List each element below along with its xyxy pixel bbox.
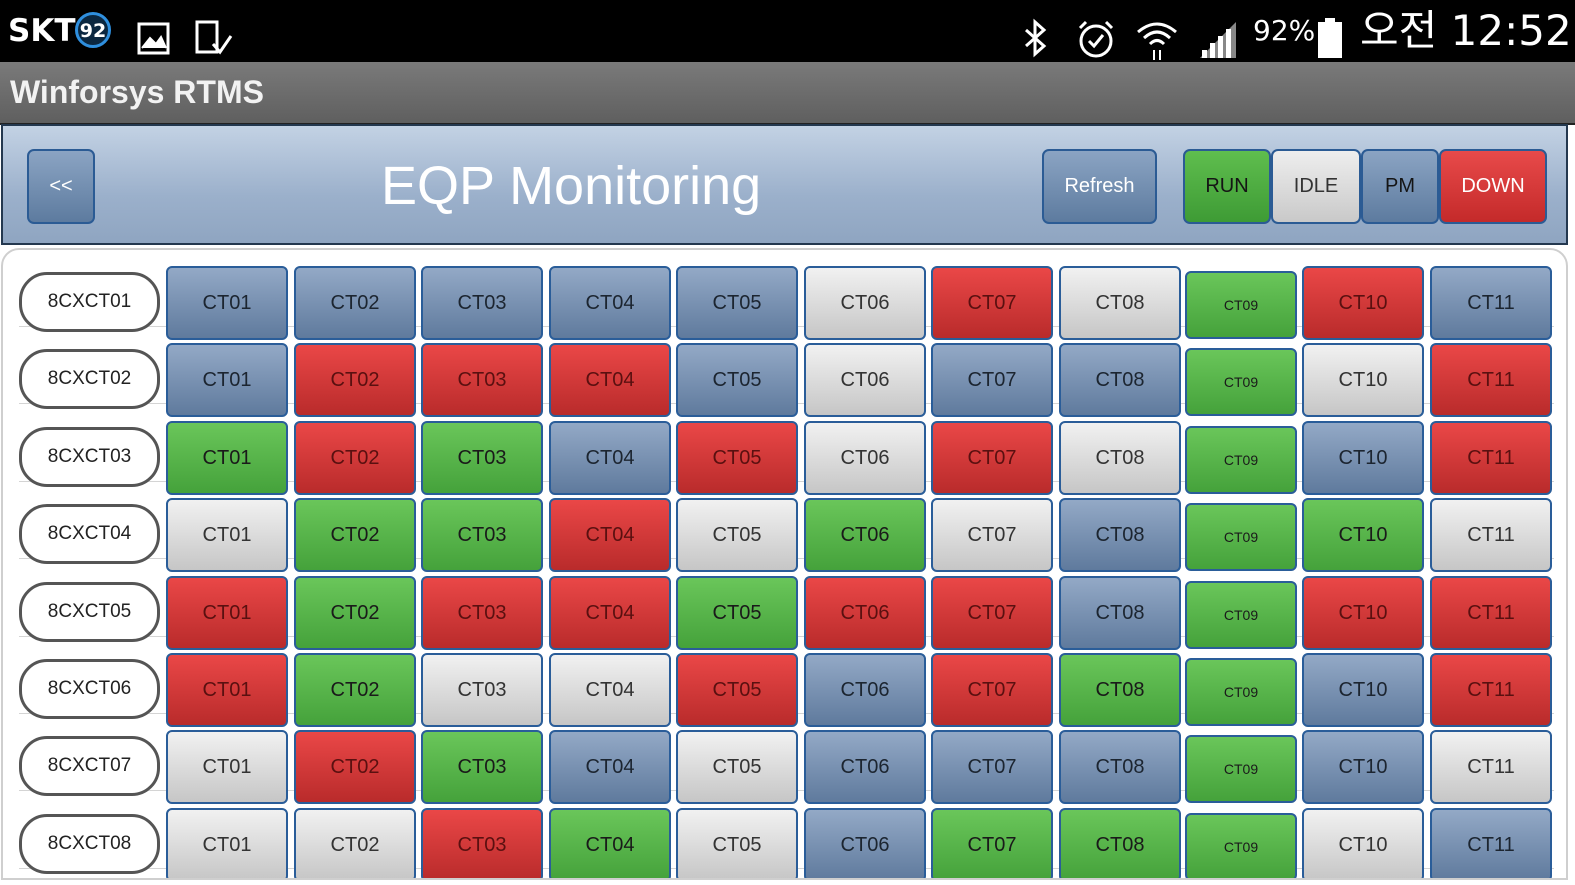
table-row: 8CXCT02 CT01 CT02 CT03 CT04 CT05 CT06 CT07 CT08 C… xyxy=(3,327,1566,418)
back-button[interactable]: << xyxy=(27,149,95,224)
notification-badge: 92 xyxy=(75,12,111,48)
equipment-grid: 8CXCT01 CT01 CT02 CT03 CT04 CT05 CT06 CT07 CT08 C… xyxy=(1,248,1568,880)
battery-icon xyxy=(1318,18,1342,58)
legend-down-button[interactable]: DOWN xyxy=(1439,149,1547,224)
wifi-icon xyxy=(1137,22,1177,60)
download-icon xyxy=(195,20,233,55)
equipment-cell[interactable]: CT02 xyxy=(294,807,416,878)
alarm-icon xyxy=(1078,20,1114,58)
bluetooth-icon xyxy=(1025,18,1047,58)
eqp-group-button[interactable]: 8CXCT04 xyxy=(19,504,160,565)
table-row: 8CXCT04 CT01 CT02 CT03 CT04 CT05 CT06 CT07 CT08 C… xyxy=(3,482,1566,573)
table-row: 8CXCT07 CT01 CT02 CT03 CT04 CT05 CT06 CT07 CT08 C… xyxy=(3,714,1566,805)
status-bar: SKT 92 92% 오전 12:52 xyxy=(0,0,1575,62)
carrier-label: SKT xyxy=(8,13,76,49)
eqp-group-button[interactable]: 8CXCT08 xyxy=(19,813,160,874)
table-row: 8CXCT03 CT01 CT02 CT03 CT04 CT05 CT06 CT07 CT08 C… xyxy=(3,405,1566,495)
equipment-cell[interactable]: CT11 xyxy=(1430,807,1552,878)
header-panel: << EQP Monitoring Refresh RUN IDLE PM DO… xyxy=(1,124,1568,245)
table-row: 8CXCT08 CT01 CT02 CT03 CT04 CT05 CT06 CT07 CT08 C… xyxy=(3,792,1566,878)
app-title: Winforsys RTMS xyxy=(10,74,264,110)
signal-icon xyxy=(1200,22,1236,58)
eqp-group-button[interactable]: 8CXCT01 xyxy=(19,272,160,332)
equipment-cell[interactable]: CT03 xyxy=(421,807,543,878)
equipment-cell[interactable]: CT01 xyxy=(166,807,288,878)
app-title-bar: Winforsys RTMS xyxy=(0,62,1575,125)
gallery-icon xyxy=(137,22,170,55)
equipment-cell[interactable]: CT04 xyxy=(549,807,671,878)
eqp-group-button[interactable]: 8CXCT03 xyxy=(19,426,160,487)
eqp-group-button[interactable]: 8CXCT06 xyxy=(19,659,160,719)
table-row: 8CXCT05 CT01 CT02 CT03 CT04 CT05 CT06 CT07 CT08 C… xyxy=(3,560,1566,650)
table-row: 8CXCT06 CT01 CT02 CT03 CT04 CT05 CT06 CT07 CT08 C… xyxy=(3,637,1566,727)
equipment-cell[interactable]: CT07 xyxy=(931,807,1053,878)
battery-percent: 92% xyxy=(1253,14,1316,47)
equipment-cell[interactable]: CT09 xyxy=(1185,812,1297,878)
refresh-button[interactable]: Refresh xyxy=(1042,149,1157,224)
page-title: EQP Monitoring xyxy=(381,156,762,216)
clock: 오전 12:52 xyxy=(1360,6,1572,55)
equipment-cell[interactable]: CT08 xyxy=(1059,807,1181,878)
table-row: 8CXCT01 CT01 CT02 CT03 CT04 CT05 CT06 CT07 CT08 C… xyxy=(3,250,1566,340)
eqp-group-button[interactable]: 8CXCT05 xyxy=(19,581,160,642)
equipment-cell[interactable]: CT06 xyxy=(804,807,926,878)
eqp-group-button[interactable]: 8CXCT02 xyxy=(19,349,160,410)
equipment-cell[interactable]: CT10 xyxy=(1302,807,1424,878)
equipment-cell[interactable]: CT05 xyxy=(676,807,798,878)
legend-idle-button[interactable]: IDLE xyxy=(1271,149,1361,224)
legend-pm-button[interactable]: PM xyxy=(1361,149,1439,224)
legend-run-button[interactable]: RUN xyxy=(1183,149,1271,224)
eqp-group-button[interactable]: 8CXCT07 xyxy=(19,736,160,797)
